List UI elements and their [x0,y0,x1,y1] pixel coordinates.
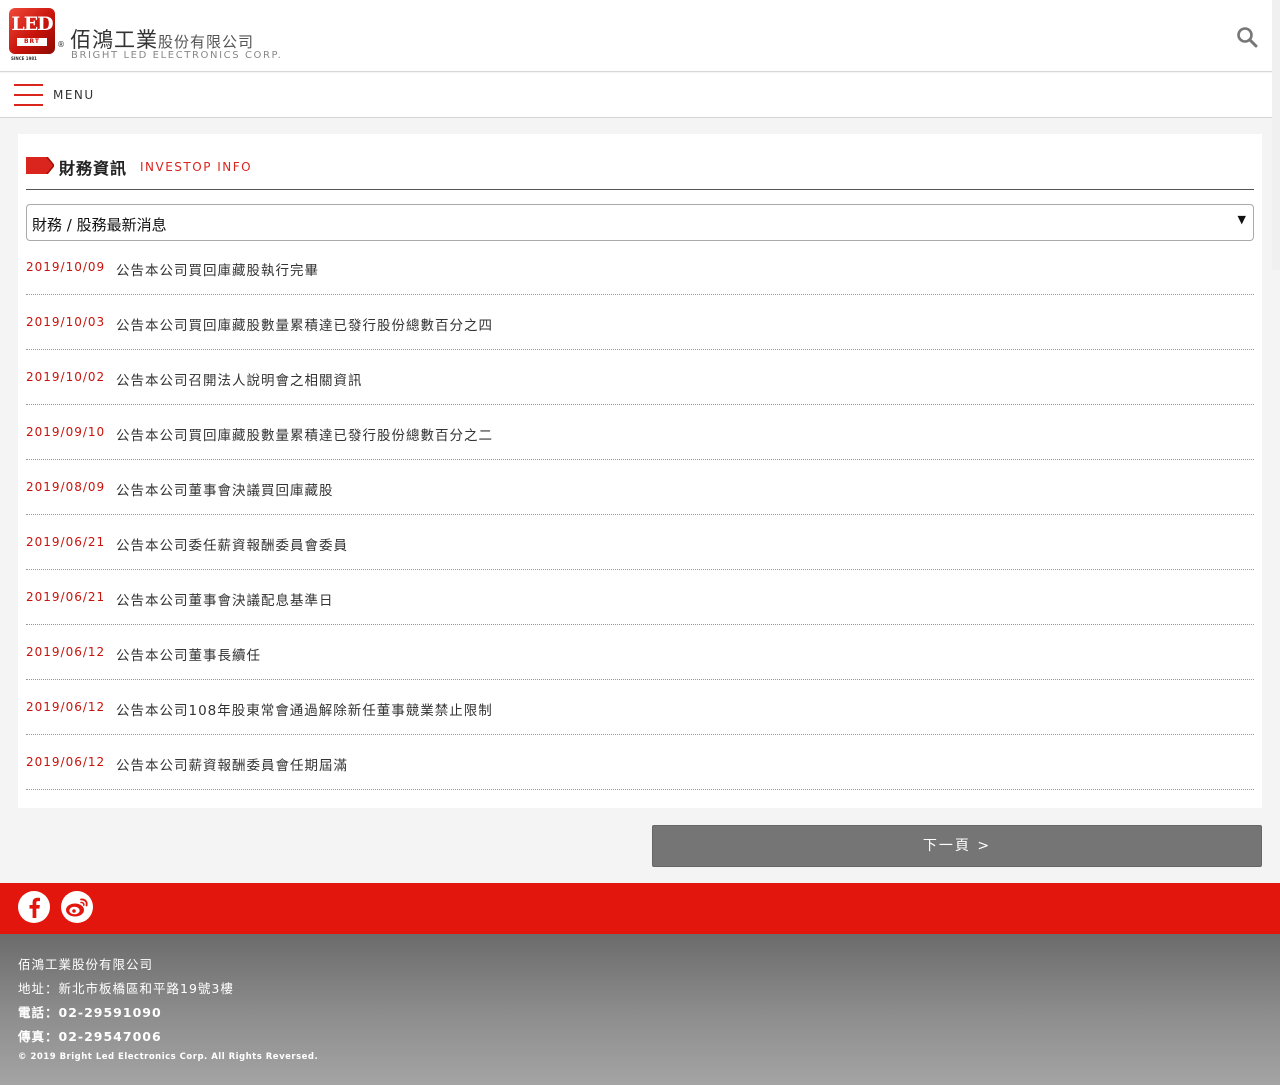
brand-logo[interactable]: LED BRT [9,8,55,54]
menu-bar: MENU [0,73,1280,118]
news-date: 2019/06/21 [26,535,106,549]
hamburger-icon[interactable] [14,84,44,106]
footer-company: 佰鴻工業股份有限公司 [18,957,154,972]
news-item[interactable]: 2019/06/12 公告本公司108年股東常會通過解除新任董事競業禁止限制 [26,680,1254,735]
category-selected-value: 財務 / 股務最新消息 [32,216,167,234]
logo-badge: BRT [17,38,47,46]
weibo-icon[interactable] [60,890,94,924]
brand-name-suffix: 股份有限公司 [158,33,255,51]
news-item[interactable]: 2019/06/21 公告本公司董事會決議配息基準日 [26,570,1254,625]
facebook-icon[interactable] [17,890,51,924]
footer-phone: 電話：02-29591090 [18,1005,162,1020]
site-footer: 佰鴻工業股份有限公司 地址：新北市板橋區和平路19號3樓 電話：02-29591… [0,934,1280,1085]
scrollbar[interactable] [1272,0,1280,270]
news-title[interactable]: 公告本公司108年股東常會通過解除新任董事競業禁止限制 [116,699,493,719]
news-item[interactable]: 2019/08/09 公告本公司董事會決議買回庫藏股 [26,460,1254,515]
category-select[interactable]: 財務 / 股務最新消息 ▼ [26,204,1254,241]
news-date: 2019/06/12 [26,755,106,769]
site-header: LED BRT SINCE 1981 ® 佰鴻工業股份有限公司 BRIGHT L… [0,0,1280,72]
brand-name-en: BRIGHT LED ELECTRONICS CORP. [71,50,283,61]
section-subtitle: INVESTOP INFO [140,160,253,174]
news-item[interactable]: 2019/06/21 公告本公司委任薪資報酬委員會委員 [26,515,1254,570]
news-item[interactable]: 2019/10/02 公告本公司召開法人說明會之相關資訊 [26,350,1254,405]
footer-copyright: © 2019 Bright Led Electronics Corp. All … [18,1052,319,1062]
menu-button[interactable]: MENU [53,88,95,102]
section-divider [26,189,1254,190]
next-page-button[interactable]: 下一頁 > [652,825,1262,867]
footer-fax: 傳真：02-29547006 [18,1029,162,1044]
news-item[interactable]: 2019/10/09 公告本公司買回庫藏股執行完畢 [26,240,1254,295]
news-date: 2019/06/12 [26,645,106,659]
news-title[interactable]: 公告本公司薪資報酬委員會任期屆滿 [116,754,348,774]
news-item[interactable]: 2019/09/10 公告本公司買回庫藏股數量累積達已發行股份總數百分之二 [26,405,1254,460]
content-card: 財務資訊 INVESTOP INFO 財務 / 股務最新消息 ▼ 2019/10… [18,134,1262,808]
footer-address: 地址：新北市板橋區和平路19號3樓 [18,981,234,996]
news-title[interactable]: 公告本公司買回庫藏股執行完畢 [116,259,319,279]
news-title[interactable]: 公告本公司董事長續任 [116,644,261,664]
section-title: 財務資訊 [59,159,128,178]
news-title[interactable]: 公告本公司買回庫藏股數量累積達已發行股份總數百分之四 [116,314,493,334]
logo-since: SINCE 1981 [11,56,37,61]
brand-name-main: 佰鴻工業 [70,28,158,52]
news-item[interactable]: 2019/06/12 公告本公司董事長續任 [26,625,1254,680]
news-title[interactable]: 公告本公司買回庫藏股數量累積達已發行股份總數百分之二 [116,424,493,444]
news-date: 2019/10/03 [26,315,106,329]
news-date: 2019/06/12 [26,700,106,714]
section-tag-icon [26,157,54,174]
news-date: 2019/10/09 [26,260,106,274]
news-item[interactable]: 2019/06/12 公告本公司薪資報酬委員會任期屆滿 [26,735,1254,790]
news-list: 2019/10/09 公告本公司買回庫藏股執行完畢 2019/10/03 公告本… [26,240,1254,790]
news-date: 2019/06/21 [26,590,106,604]
dropdown-arrow-icon: ▼ [1237,213,1246,226]
search-icon[interactable] [1236,26,1258,48]
social-bar [0,883,1280,934]
news-title[interactable]: 公告本公司委任薪資報酬委員會委員 [116,534,348,554]
news-item[interactable]: 2019/10/03 公告本公司買回庫藏股數量累積達已發行股份總數百分之四 [26,295,1254,350]
logo-led-text: LED [11,13,53,35]
news-title[interactable]: 公告本公司董事會決議買回庫藏股 [116,479,334,499]
registered-mark: ® [57,40,65,49]
news-date: 2019/08/09 [26,480,106,494]
news-title[interactable]: 公告本公司召開法人說明會之相關資訊 [116,369,363,389]
news-title[interactable]: 公告本公司董事會決議配息基準日 [116,589,334,609]
news-date: 2019/09/10 [26,425,106,439]
news-date: 2019/10/02 [26,370,106,384]
